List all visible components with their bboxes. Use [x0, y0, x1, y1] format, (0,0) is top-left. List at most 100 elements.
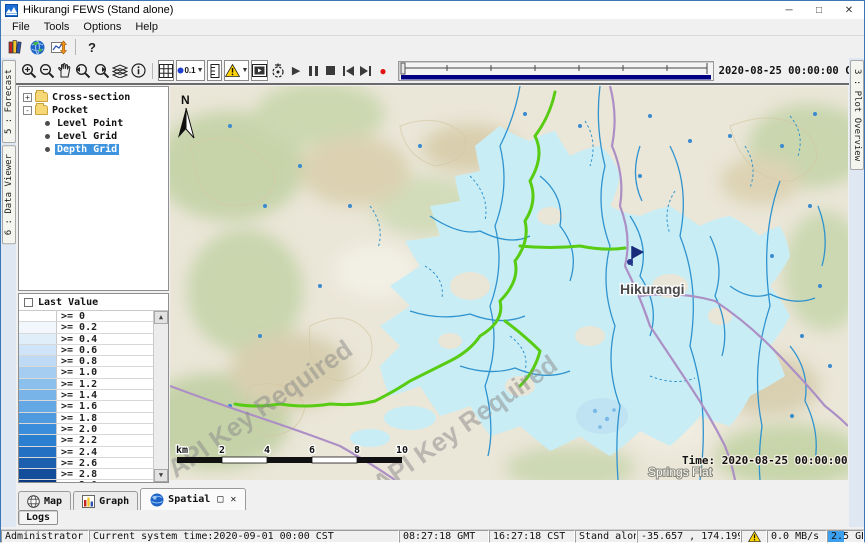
- menu-options[interactable]: Options: [76, 20, 128, 34]
- tab-close-icon[interactable]: ✕: [230, 494, 236, 505]
- svg-text:N: N: [181, 93, 190, 107]
- skip-start-icon[interactable]: [341, 60, 356, 81]
- legend-row[interactable]: >= 2.8: [19, 469, 153, 480]
- legend-row[interactable]: >= 0.8: [19, 356, 153, 367]
- menu-file[interactable]: File: [5, 20, 37, 34]
- legend-color-swatch: [19, 356, 57, 366]
- tab-graph[interactable]: Graph: [73, 491, 138, 510]
- last-value-checkbox[interactable]: [24, 298, 33, 307]
- legend-color-swatch: [19, 345, 57, 355]
- time-slider[interactable]: [398, 61, 714, 81]
- legend-row[interactable]: >= 0.2: [19, 322, 153, 333]
- legend-row[interactable]: >= 2.2: [19, 435, 153, 446]
- warning-dropdown[interactable]: ▼: [224, 60, 249, 81]
- status-user: Administrator: [1, 530, 89, 543]
- svg-text:4: 4: [264, 445, 270, 456]
- status-warning[interactable]: [741, 530, 767, 543]
- zoom-previous-icon[interactable]: [74, 60, 91, 81]
- legend-row[interactable]: >= 1.8: [19, 413, 153, 424]
- legend-row[interactable]: >= 1.0: [19, 367, 153, 378]
- tab-restore-icon[interactable]: □: [217, 494, 223, 505]
- legend-row[interactable]: >= 3.0: [19, 480, 153, 482]
- legend-color-swatch: [19, 401, 57, 411]
- tree-leaf-level-grid[interactable]: Level Grid: [41, 130, 168, 142]
- legend-scrollbar[interactable]: ▲ ▼: [153, 311, 168, 482]
- display-chart-icon[interactable]: [48, 37, 70, 57]
- animation-settings-icon[interactable]: [270, 60, 286, 81]
- legend-row[interactable]: >= 0: [19, 311, 153, 322]
- zoom-in-icon[interactable]: [21, 60, 37, 81]
- current-time-label: 2020-08-25 00:00:00 CST: [719, 65, 864, 77]
- help-icon[interactable]: ?: [81, 37, 103, 57]
- globe-icon[interactable]: [26, 37, 48, 57]
- maximize-icon[interactable]: □: [804, 1, 834, 19]
- legend-row[interactable]: >= 0.4: [19, 334, 153, 345]
- pause-icon[interactable]: [306, 60, 321, 81]
- scroll-up-icon[interactable]: ▲: [154, 311, 168, 324]
- scale-dropdown[interactable]: 0.1 ▼: [176, 60, 204, 81]
- legend-row[interactable]: >= 2.0: [19, 424, 153, 435]
- tree-leaf-level-point[interactable]: Level Point: [41, 117, 168, 129]
- time-slider-handle[interactable]: [401, 63, 405, 74]
- legend-threshold-label: >= 1.4: [57, 390, 97, 400]
- grid-icon[interactable]: [158, 60, 174, 81]
- main-toolbar: ?: [1, 36, 864, 58]
- legend-row[interactable]: >= 2.4: [19, 447, 153, 458]
- town-label: Springs Flat: [648, 465, 713, 479]
- toolbar-separator: [75, 39, 76, 55]
- tab-map[interactable]: Map: [18, 491, 71, 510]
- zoom-next-icon[interactable]: [93, 60, 110, 81]
- toolbar-separator: [152, 63, 153, 79]
- legend-threshold-label: >= 1.6: [57, 401, 97, 411]
- legend-row[interactable]: >= 2.6: [19, 458, 153, 469]
- legend-threshold-label: >= 2.2: [57, 435, 97, 445]
- bar-chart-icon: [82, 495, 95, 508]
- close-icon[interactable]: ✕: [834, 1, 864, 19]
- tab-spatial[interactable]: Spatial □ ✕: [140, 488, 246, 510]
- legend-row[interactable]: >= 1.4: [19, 390, 153, 401]
- pan-hand-icon[interactable]: [57, 60, 72, 81]
- tree-leaf-label[interactable]: Depth Grid: [55, 144, 119, 155]
- tree-leaf-label[interactable]: Level Point: [55, 118, 125, 129]
- collapse-icon[interactable]: -: [23, 106, 32, 115]
- tree-leaf-depth-grid[interactable]: Depth Grid: [41, 143, 168, 155]
- menu-help[interactable]: Help: [128, 20, 165, 34]
- tree-node-cross-section[interactable]: + Cross-section: [23, 91, 168, 103]
- folder-icon: [35, 105, 48, 115]
- dock-tab-forecast[interactable]: 5 : Forecast: [2, 60, 16, 143]
- info-icon[interactable]: [130, 60, 145, 81]
- zoom-out-icon[interactable]: [39, 60, 55, 81]
- movie-player-icon[interactable]: [251, 60, 268, 81]
- expand-icon[interactable]: +: [23, 93, 32, 102]
- legend-threshold-label: >= 1.8: [57, 413, 97, 423]
- play-icon[interactable]: ▶: [288, 60, 303, 81]
- menu-tools[interactable]: Tools: [37, 20, 77, 34]
- map-view[interactable]: API Key Required API Key Required Hikura…: [170, 86, 848, 480]
- legend-row[interactable]: >= 1.2: [19, 379, 153, 390]
- ruler-icon[interactable]: [207, 60, 223, 81]
- bullet-icon: [45, 147, 50, 152]
- tree-node-label[interactable]: Pocket: [52, 105, 88, 116]
- tree-leaf-label[interactable]: Level Grid: [55, 131, 119, 142]
- dock-tab-data-viewer[interactable]: 6 : Data Viewer: [2, 145, 16, 244]
- legend-row[interactable]: >= 0.6: [19, 345, 153, 356]
- skip-end-icon[interactable]: [358, 60, 373, 81]
- status-gmt-time: 08:27:18 GMT: [399, 530, 489, 543]
- minimize-icon[interactable]: ─: [774, 1, 804, 19]
- status-system-time: Current system time:2020-09-01 00:00 CST: [89, 530, 399, 543]
- logs-button[interactable]: Logs: [18, 510, 58, 525]
- layers-icon[interactable]: [112, 60, 128, 81]
- legend-threshold-label: >= 0.8: [57, 356, 97, 366]
- database-icon[interactable]: [4, 37, 26, 57]
- menu-bar: FileToolsOptionsHelp: [1, 19, 864, 36]
- stop-icon[interactable]: [323, 60, 338, 81]
- legend-threshold-label: >= 0: [57, 311, 85, 321]
- legend-color-swatch: [19, 469, 57, 479]
- title-bar[interactable]: Hikurangi FEWS (Stand alone) ─ □ ✕: [1, 1, 864, 19]
- tree-node-label[interactable]: Cross-section: [52, 92, 130, 103]
- record-icon[interactable]: ●: [375, 60, 390, 81]
- legend-row[interactable]: >= 1.6: [19, 401, 153, 412]
- dock-tab-plot-overview[interactable]: 3 : Plot Overview: [850, 60, 864, 170]
- tree-node-pocket[interactable]: - Pocket: [23, 104, 168, 116]
- scroll-down-icon[interactable]: ▼: [154, 469, 168, 482]
